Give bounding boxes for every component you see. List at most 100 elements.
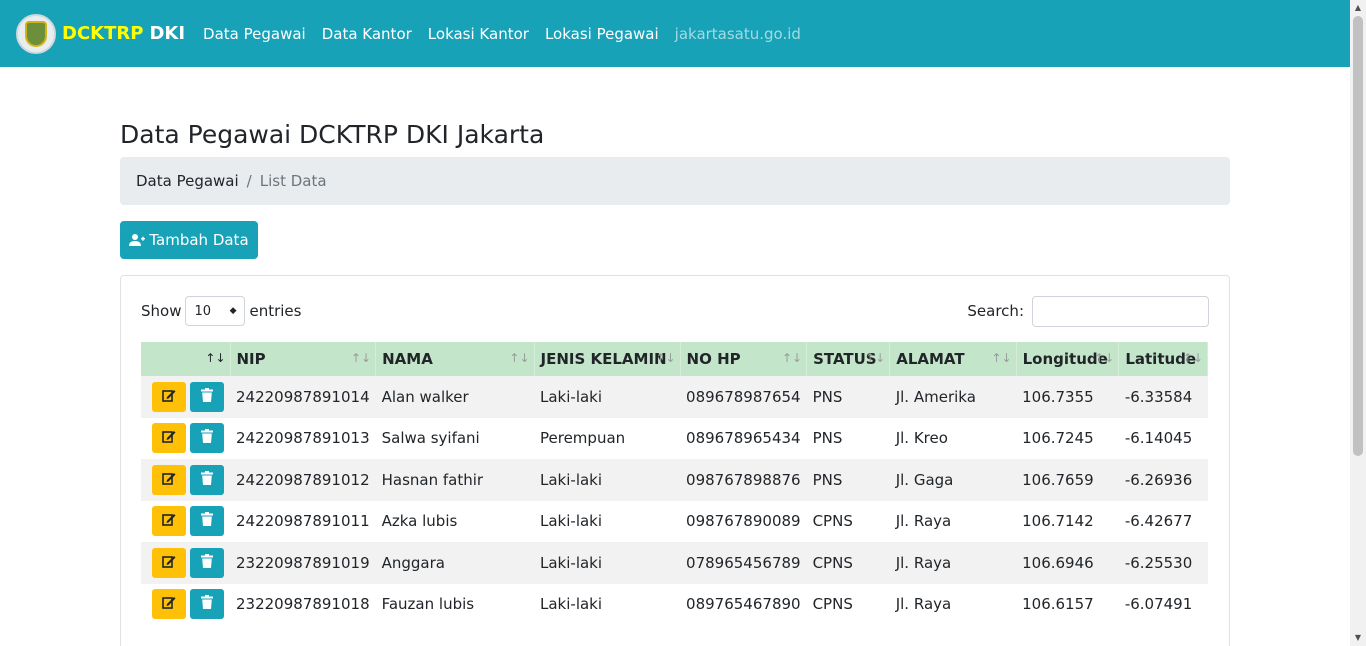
status-cell: PNS	[812, 387, 843, 406]
col-longitude[interactable]: Longitude ↑↓	[1016, 342, 1120, 376]
table-row: 24220987891014 Alan walker Laki-laki 089678…	[141, 376, 1208, 418]
alamat-cell: Jl. Gaga	[895, 470, 954, 489]
edit-icon	[162, 554, 176, 572]
nav-link-data-kantor[interactable]: Data Kantor	[322, 25, 412, 43]
latitude-cell: -6.07491	[1124, 595, 1193, 614]
delete-button[interactable]	[190, 464, 224, 495]
alamat-cell: Jl. Raya	[895, 553, 952, 572]
trash-icon	[201, 470, 213, 489]
edit-button[interactable]	[152, 381, 186, 412]
col-jenis-kelamin[interactable]: JENIS KELAMIN ↑↓	[534, 342, 681, 376]
scroll-up-icon[interactable]: ▲	[1353, 3, 1363, 13]
scroll-thumb[interactable]	[1353, 16, 1363, 456]
navbar: DCKTRP DKI Data Pegawai Data Kantor Loka…	[0, 0, 1350, 67]
edit-button[interactable]	[152, 589, 186, 620]
col-status[interactable]: STATUS ↑↓	[806, 342, 891, 376]
status-cell: PNS	[812, 429, 843, 448]
col-latitude[interactable]: Latitude ↑↓	[1118, 342, 1208, 376]
no-hp-cell: 089678965434	[686, 429, 801, 448]
nama-cell: Azka lubis	[381, 512, 458, 531]
scroll-down-icon[interactable]: ▼	[1353, 633, 1363, 643]
brand-part2: DKI	[149, 23, 186, 44]
status-cell: CPNS	[812, 553, 853, 572]
show-label: Show	[141, 302, 182, 320]
edit-button[interactable]	[152, 464, 186, 495]
nav-link-lokasi-pegawai[interactable]: Lokasi Pegawai	[545, 25, 659, 43]
col-nip[interactable]: NIP ↑↓	[230, 342, 377, 376]
main-container: Data Pegawai DCKTRP DKI Jakarta Data Peg…	[120, 67, 1230, 646]
edit-button[interactable]	[152, 506, 186, 537]
col-no-hp[interactable]: NO HP ↑↓	[680, 342, 808, 376]
user-plus-icon	[129, 234, 146, 246]
edit-button[interactable]	[152, 547, 186, 578]
actions-cell	[141, 376, 230, 418]
breadcrumb: Data Pegawai / List Data	[120, 157, 1230, 205]
longitude-cell: 106.6157	[1022, 595, 1094, 614]
delete-button[interactable]	[190, 423, 224, 454]
page-scrollbar[interactable]: ▲ ▼	[1350, 0, 1366, 646]
longitude-cell: 106.7659	[1022, 470, 1094, 489]
entries-select[interactable]: 10 ◆	[185, 296, 246, 326]
latitude-cell: -6.14045	[1124, 429, 1193, 448]
dki-logo-icon[interactable]	[16, 13, 56, 54]
jenis-kelamin-cell: Laki-laki	[540, 595, 603, 614]
nama-cell: Fauzan lubis	[381, 595, 475, 614]
entries-label: entries	[249, 302, 302, 320]
delete-button[interactable]	[190, 589, 224, 620]
nip-cell: 23220987891019	[236, 553, 370, 572]
nav-link-jakartasatu[interactable]: jakartasatu.go.id	[675, 25, 801, 43]
col-nama[interactable]: NAMA ↑↓	[375, 342, 535, 376]
nav-link-lokasi-kantor[interactable]: Lokasi Kantor	[428, 25, 529, 43]
brand-part1: DCKTRP	[62, 23, 144, 44]
pegawai-table: ↑↓ NIP ↑↓ NAMA ↑↓ JENIS KELAMIN ↑↓ NO HP ↑↓ …	[141, 342, 1208, 625]
brand[interactable]: DCKTRP DKI	[62, 23, 185, 44]
sort-icon: ↑↓	[781, 351, 803, 365]
table-row: 24220987891013 Salwa syifani Perempuan 0896…	[141, 417, 1208, 459]
trash-icon	[201, 595, 213, 613]
sort-icon: ↑↓	[351, 351, 372, 365]
latitude-cell: -6.42677	[1124, 512, 1193, 531]
alamat-cell: Jl. Amerika	[895, 387, 976, 406]
actions-cell	[141, 501, 230, 543]
trash-icon	[201, 387, 213, 406]
no-hp-cell: 078965456789	[686, 553, 801, 572]
sort-icon: ↑↓	[865, 351, 886, 365]
select-arrows-icon: ◆	[229, 306, 237, 316]
table-body: 24220987891014 Alan walker Laki-laki 089678…	[141, 376, 1208, 625]
jenis-kelamin-cell: Laki-laki	[540, 387, 603, 406]
alamat-cell: Jl. Raya	[895, 512, 952, 531]
longitude-cell: 106.7142	[1022, 512, 1094, 531]
add-data-label: Tambah Data	[149, 231, 249, 249]
col-alamat[interactable]: ALAMAT ↑↓	[889, 342, 1017, 376]
entries-value: 10	[194, 303, 212, 319]
edit-icon	[162, 512, 176, 530]
nama-cell: Anggara	[381, 553, 445, 572]
data-card: Show 10 ◆ entries Search: ↑↓ NIP ↑↓ NAMA ↑…	[120, 275, 1230, 646]
table-row: 23220987891018 Fauzan lubis Laki-laki 08976…	[141, 583, 1208, 625]
delete-button[interactable]	[190, 547, 224, 578]
delete-button[interactable]	[190, 381, 224, 412]
latitude-cell: -6.33584	[1124, 387, 1193, 406]
nip-cell: 23220987891018	[236, 595, 370, 614]
sort-icon: ↑↓	[509, 351, 530, 365]
latitude-cell: -6.26936	[1124, 470, 1193, 489]
jenis-kelamin-cell: Laki-laki	[540, 512, 603, 531]
alamat-cell: Jl. Kreo	[895, 429, 948, 448]
edit-button[interactable]	[152, 423, 186, 454]
sort-icon: ↑↓	[991, 351, 1012, 365]
add-data-button[interactable]: Tambah Data	[120, 221, 258, 259]
delete-button[interactable]	[190, 506, 224, 537]
no-hp-cell: 098767890089	[686, 512, 801, 531]
sort-icon: ↑↓	[655, 351, 676, 365]
nav-link-data-pegawai[interactable]: Data Pegawai	[203, 25, 306, 43]
longitude-cell: 106.6946	[1022, 553, 1094, 572]
longitude-cell: 106.7355	[1022, 387, 1094, 406]
status-cell: CPNS	[812, 512, 853, 531]
col-actions[interactable]: ↑↓	[141, 342, 231, 376]
search-input[interactable]	[1032, 295, 1209, 327]
nip-cell: 24220987891012	[236, 470, 370, 489]
latitude-cell: -6.25530	[1124, 553, 1193, 572]
table-header-row: ↑↓ NIP ↑↓ NAMA ↑↓ JENIS KELAMIN ↑↓ NO HP ↑↓ …	[141, 342, 1208, 376]
actions-cell	[141, 542, 230, 584]
breadcrumb-data-pegawai[interactable]: Data Pegawai	[136, 172, 239, 190]
